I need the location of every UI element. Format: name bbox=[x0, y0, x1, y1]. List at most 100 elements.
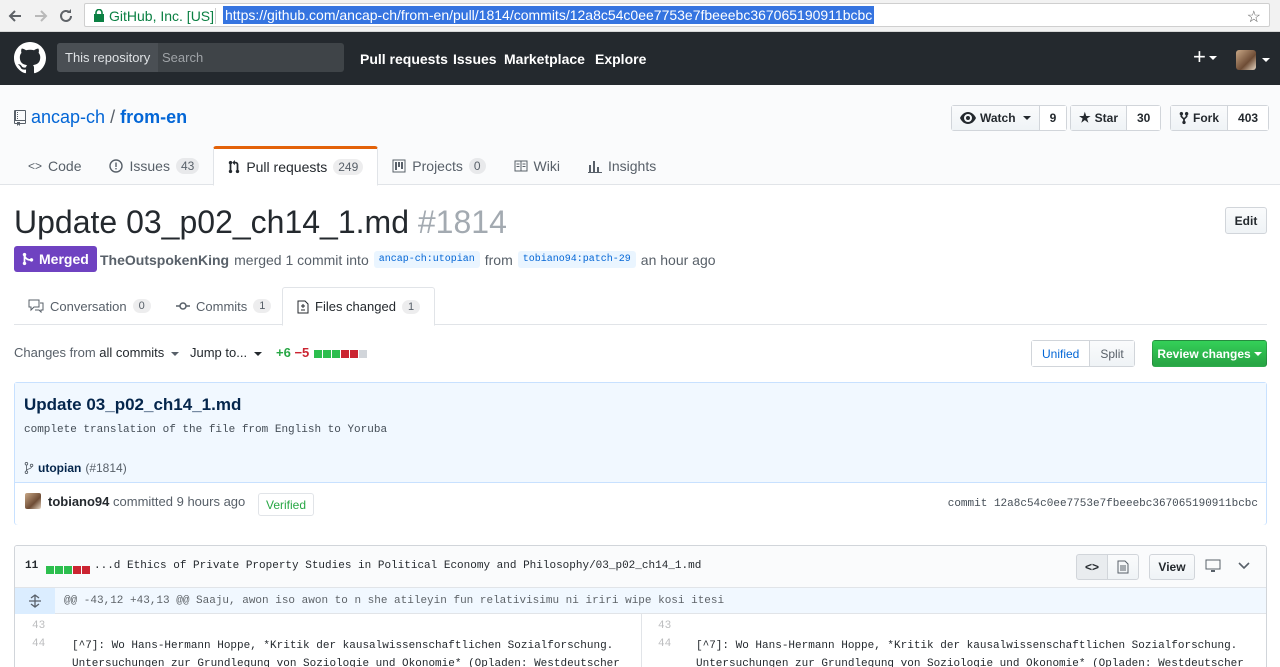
tab-projects[interactable]: Projects 0 bbox=[378, 146, 499, 185]
right-code: [^7]: Wo Hans-Hermann Hoppe, *Kritik der… bbox=[696, 640, 1238, 652]
merge-action-text: merged 1 commit into bbox=[234, 251, 369, 268]
avatar[interactable] bbox=[25, 493, 41, 509]
split-button[interactable]: Split bbox=[1090, 341, 1134, 366]
base-branch[interactable]: ancap-ch:utopian bbox=[373, 251, 480, 268]
review-changes-button[interactable]: Review changes bbox=[1152, 340, 1267, 367]
deletions-count: −5 bbox=[294, 345, 310, 360]
left-line-number[interactable]: 44 bbox=[15, 638, 55, 650]
commit-author[interactable]: tobiano94 bbox=[48, 494, 109, 509]
unified-button[interactable]: Unified bbox=[1032, 341, 1091, 366]
chevron-down-icon bbox=[1022, 116, 1031, 120]
nav-explore[interactable]: Explore bbox=[595, 51, 646, 67]
star-count[interactable]: 30 bbox=[1127, 106, 1161, 130]
tab-code[interactable]: <> Code bbox=[14, 146, 95, 185]
tab-label: Issues bbox=[129, 157, 170, 174]
diffstat-block bbox=[82, 566, 90, 575]
commit-sha-label: commit bbox=[947, 498, 988, 510]
file-path[interactable]: ...d Ethics of Private Property Studies … bbox=[94, 560, 701, 572]
desktop-icon[interactable] bbox=[1205, 559, 1221, 573]
repo-header: ancap-ch / from-en Watch 9 ★ Star 30 For… bbox=[0, 85, 1280, 186]
from-text: from bbox=[484, 251, 513, 268]
commit-branch-name[interactable]: utopian bbox=[38, 461, 81, 475]
pr-number: #1814 bbox=[417, 204, 507, 240]
tab-label: Insights bbox=[607, 157, 657, 174]
tab-counter: 249 bbox=[333, 159, 364, 175]
left-line-number[interactable]: 43 bbox=[15, 620, 55, 632]
forward-icon[interactable] bbox=[30, 6, 50, 26]
view-file-button[interactable]: View bbox=[1149, 554, 1195, 580]
back-icon[interactable] bbox=[6, 6, 26, 26]
fork-button[interactable]: Fork bbox=[1171, 106, 1229, 130]
pr-title: Update 03_p02_ch14_1.md #1814 bbox=[14, 204, 507, 241]
commit-pr-ref[interactable]: (#1814) bbox=[85, 461, 126, 475]
diffstat-block bbox=[313, 349, 322, 358]
file-header: 11 ...d Ethics of Private Property Studi… bbox=[15, 546, 1266, 588]
merger-author-link[interactable]: TheOutspokenKing bbox=[100, 252, 229, 268]
tab-counter: 0 bbox=[468, 157, 486, 174]
branch-icon bbox=[24, 462, 34, 474]
right-line-number[interactable]: 43 bbox=[641, 620, 681, 632]
repo-owner-link[interactable]: ancap-ch bbox=[31, 107, 105, 127]
chevron-down-icon bbox=[170, 351, 179, 356]
star-button[interactable]: ★ Star bbox=[1071, 106, 1127, 130]
file-diff-icon bbox=[297, 300, 309, 313]
browser-toolbar: GitHub, Inc. [US] https://github.com/anc… bbox=[0, 0, 1280, 32]
lock-icon bbox=[93, 9, 105, 22]
right-line-number[interactable]: 44 bbox=[641, 638, 681, 650]
create-new-menu[interactable]: + bbox=[1193, 46, 1217, 68]
tab-label: Code bbox=[48, 157, 82, 174]
merged-state-badge: Merged bbox=[14, 246, 97, 272]
verified-badge[interactable]: Verified bbox=[258, 493, 315, 516]
user-avatar[interactable] bbox=[1236, 50, 1256, 70]
split-divider bbox=[641, 614, 642, 667]
tab-issues[interactable]: Issues 43 bbox=[95, 146, 213, 185]
jump-to-dropdown[interactable]: Jump to... bbox=[190, 345, 262, 360]
bookmark-star-icon[interactable]: ☆ bbox=[1247, 7, 1261, 27]
jump-to-label: Jump to... bbox=[190, 345, 248, 360]
file-diffstat bbox=[45, 561, 90, 577]
nav-marketplace[interactable]: Marketplace bbox=[504, 51, 585, 67]
search-input[interactable] bbox=[155, 43, 344, 72]
diffstat: +6 −5 bbox=[276, 345, 367, 360]
url-text[interactable]: https://github.com/ancap-ch/from-en/pull… bbox=[223, 6, 875, 24]
nav-pull-requests[interactable]: Pull requests bbox=[360, 51, 448, 67]
watch-count[interactable]: 9 bbox=[1039, 106, 1067, 130]
expand-icon[interactable] bbox=[15, 588, 55, 614]
star-group: ★ Star 30 bbox=[1070, 105, 1162, 131]
diffstat-block bbox=[340, 349, 349, 358]
graph-icon bbox=[587, 160, 602, 173]
commit-sha-line: commit 12a8c54c0ee7753e7fbeeebc367065190… bbox=[948, 498, 1258, 510]
chevron-down-icon bbox=[1253, 351, 1262, 356]
tab-files-changed[interactable]: Files changed 1 bbox=[282, 287, 436, 326]
chevron-down-icon[interactable] bbox=[1238, 562, 1250, 570]
repo-name-link[interactable]: from-en bbox=[120, 107, 187, 127]
star-icon: ★ bbox=[1079, 110, 1091, 125]
tab-pull-requests[interactable]: Pull requests 249 bbox=[213, 146, 379, 186]
tab-commits[interactable]: Commits 1 bbox=[162, 287, 285, 325]
address-bar[interactable]: GitHub, Inc. [US] https://github.com/anc… bbox=[84, 3, 1270, 27]
chevron-down-icon bbox=[253, 351, 262, 356]
github-logo-icon[interactable] bbox=[14, 42, 46, 74]
file-diff: 11 ...d Ethics of Private Property Studi… bbox=[14, 545, 1267, 667]
fork-count[interactable]: 403 bbox=[1228, 106, 1269, 130]
diffstat-block bbox=[55, 566, 63, 575]
tab-conversation[interactable]: Conversation 0 bbox=[14, 287, 165, 325]
source-view-button[interactable]: <> bbox=[1076, 554, 1108, 580]
additions-count: +6 bbox=[276, 345, 291, 360]
watch-button[interactable]: Watch bbox=[952, 106, 1040, 130]
reload-icon[interactable] bbox=[56, 6, 76, 26]
edit-button[interactable]: Edit bbox=[1225, 207, 1267, 234]
diffstat-block bbox=[46, 566, 54, 575]
commit-title: Update 03_p02_ch14_1.md bbox=[24, 395, 242, 414]
chevron-down-icon[interactable] bbox=[1262, 58, 1270, 62]
nav-issues[interactable]: Issues bbox=[453, 51, 497, 67]
changes-from-dropdown[interactable]: Changes from all commits bbox=[14, 345, 179, 360]
plus-icon: + bbox=[1193, 44, 1206, 69]
pull-request-icon bbox=[229, 160, 240, 174]
tab-wiki[interactable]: Wiki bbox=[500, 146, 574, 185]
head-branch[interactable]: tobiano94:patch-29 bbox=[517, 251, 636, 268]
tab-label: Files changed bbox=[315, 299, 396, 314]
tab-counter: 43 bbox=[175, 157, 200, 174]
tab-insights[interactable]: Insights bbox=[574, 146, 670, 185]
rich-diff-button[interactable] bbox=[1107, 554, 1139, 580]
